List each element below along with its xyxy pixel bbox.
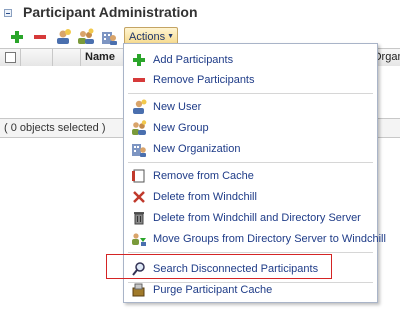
menu-item-label: Move Groups from Directory Server to Win… bbox=[153, 233, 386, 245]
menu-item-delete-from-windchill-and-directory[interactable]: Delete from Windchill and Directory Serv… bbox=[124, 208, 377, 228]
new-user-icon bbox=[131, 99, 147, 115]
menu-item-remove-from-cache[interactable]: Remove from Cache bbox=[124, 166, 377, 186]
menu-item-new-organization[interactable]: New Organization bbox=[124, 139, 377, 159]
column-divider bbox=[52, 49, 53, 66]
new-group-button[interactable] bbox=[77, 28, 95, 46]
collapse-icon[interactable] bbox=[4, 9, 12, 17]
new-organization-button[interactable] bbox=[100, 28, 118, 46]
chevron-down-icon: ▼ bbox=[167, 33, 175, 40]
highlight-box bbox=[106, 254, 332, 279]
column-divider bbox=[20, 49, 21, 66]
menu-item-label: Remove from Cache bbox=[153, 170, 254, 182]
trash-icon bbox=[131, 210, 147, 226]
new-group-icon bbox=[131, 120, 147, 136]
new-group-icon bbox=[78, 28, 94, 44]
menu-separator bbox=[128, 93, 373, 94]
move-groups-icon bbox=[131, 231, 147, 247]
menu-item-move-groups[interactable]: Move Groups from Directory Server to Win… bbox=[124, 229, 386, 249]
add-icon bbox=[11, 31, 23, 43]
add-button[interactable] bbox=[8, 28, 26, 46]
menu-item-delete-from-windchill[interactable]: Delete from Windchill bbox=[124, 187, 377, 207]
menu-item-label: Delete from Windchill and Directory Serv… bbox=[153, 212, 361, 224]
menu-item-label: New Organization bbox=[153, 143, 241, 155]
menu-item-new-user[interactable]: New User bbox=[124, 97, 377, 117]
column-header-name[interactable]: Name bbox=[85, 51, 115, 63]
menu-item-label: Purge Participant Cache bbox=[153, 284, 273, 296]
delete-x-icon bbox=[131, 189, 147, 205]
purge-cache-icon bbox=[131, 282, 147, 298]
new-user-icon bbox=[57, 29, 71, 44]
new-organization-icon bbox=[131, 141, 147, 157]
menu-separator bbox=[128, 252, 373, 253]
select-all-checkbox[interactable] bbox=[5, 52, 16, 63]
actions-label: Actions bbox=[129, 30, 166, 43]
page-title: Participant Administration bbox=[23, 4, 198, 20]
remove-cache-icon bbox=[131, 168, 147, 184]
remove-button[interactable] bbox=[31, 28, 49, 46]
menu-item-label: Delete from Windchill bbox=[153, 191, 257, 203]
new-user-button[interactable] bbox=[54, 28, 72, 46]
menu-item-label: New Group bbox=[153, 122, 209, 134]
remove-icon bbox=[34, 35, 46, 39]
selection-status: ( 0 objects selected ) bbox=[4, 122, 106, 134]
menu-item-remove-participants[interactable]: Remove Participants bbox=[124, 70, 377, 90]
column-divider bbox=[80, 49, 81, 66]
add-icon bbox=[131, 52, 147, 68]
menu-item-new-group[interactable]: New Group bbox=[124, 118, 377, 138]
menu-separator bbox=[128, 162, 373, 163]
menu-item-label: Remove Participants bbox=[153, 74, 255, 86]
menu-item-label: Add Participants bbox=[153, 54, 234, 66]
menu-item-add-participants[interactable]: Add Participants bbox=[124, 50, 377, 70]
menu-item-purge-cache[interactable]: Purge Participant Cache bbox=[124, 280, 377, 300]
menu-item-label: New User bbox=[153, 101, 202, 113]
new-organization-icon bbox=[102, 32, 117, 45]
remove-icon bbox=[131, 72, 147, 88]
header: Participant Administration bbox=[0, 0, 400, 26]
